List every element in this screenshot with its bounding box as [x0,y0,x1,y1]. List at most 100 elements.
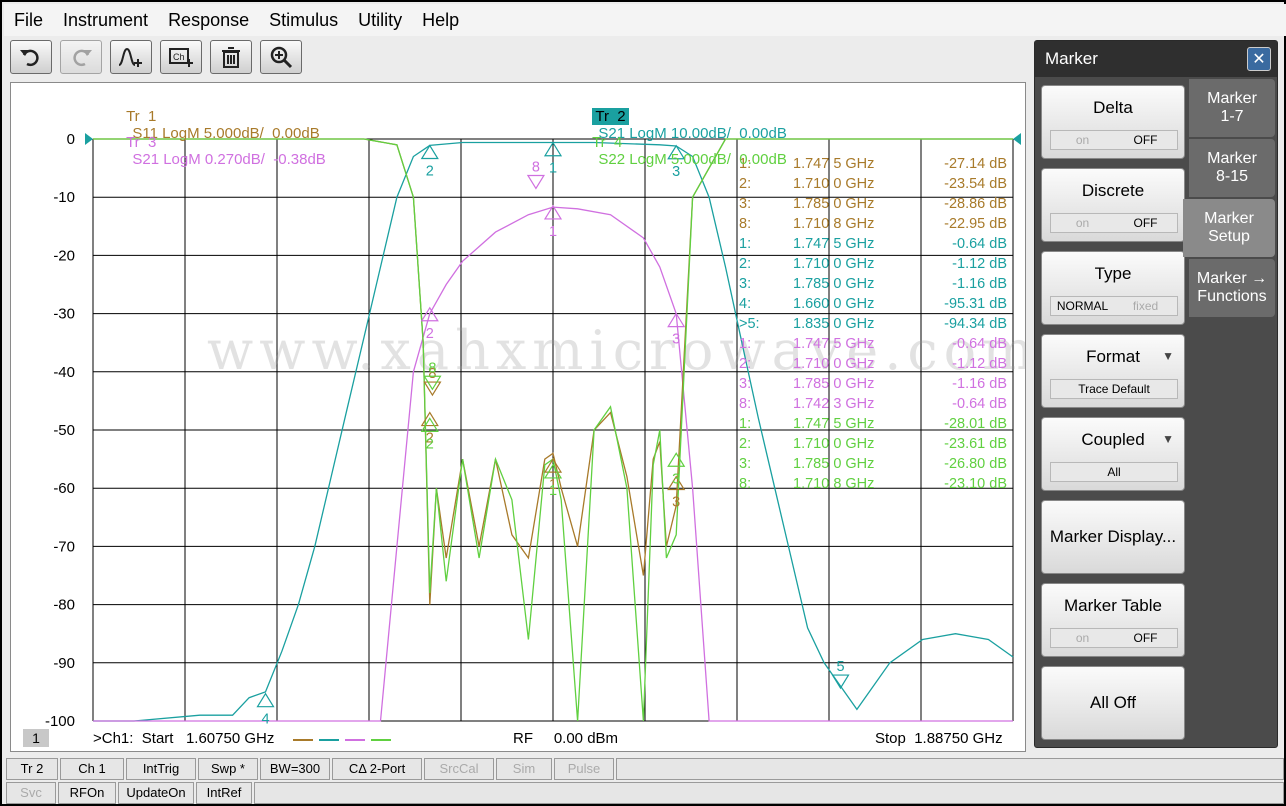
trace-label-tr3[interactable]: Tr 3 S21 LogM 0.270dB/ -0.38dB [93,117,326,185]
discrete-button[interactable]: Discrete on OFF [1041,168,1185,242]
marker-row-label: 3: [739,456,751,472]
tab-marker-setup[interactable]: Marker Setup [1183,199,1275,257]
marker-row-frequency: 1.710 0 GHz [793,356,874,372]
rf-power[interactable]: RF 0.00 dBm [513,730,618,747]
zoom-button[interactable] [260,40,302,74]
start-frequency[interactable]: >Ch1: Start 1.60750 GHz [93,730,274,747]
format-value: Trace Default [1050,379,1178,399]
marker-table-label: Marker Table [1064,596,1162,615]
marker-triangle[interactable] [667,452,686,467]
close-button[interactable]: ✕ [1247,47,1271,71]
trace-header: Tr 1 S11 LogM 5.000dB/ 0.00dB Tr 2 S21 L… [11,83,1025,168]
menu-response[interactable]: Response [158,10,259,31]
channel-number[interactable]: 1 [23,729,49,747]
y-tick-label: -80 [53,597,75,614]
menu-help[interactable]: Help [412,10,469,31]
tr3-tag: Tr 3 [126,134,157,151]
coupled-button[interactable]: Coupled ▼ All [1041,417,1185,491]
marker-number: 1 [549,161,557,177]
marker-number: 3 [672,471,680,487]
status-intref[interactable]: IntRef [196,782,252,804]
marker-number: 1 [549,483,557,499]
menu-stimulus[interactable]: Stimulus [259,10,348,31]
channel-icon: Ch [169,48,193,67]
status-sim[interactable]: Sim [496,758,552,780]
tab-marker-8-15[interactable]: Marker 8-15 [1189,139,1275,197]
status-srccal[interactable]: SrcCal [424,758,494,780]
chevron-down-icon: ▼ [1162,349,1174,363]
status-updateon[interactable]: UpdateOn [118,782,194,804]
menu-instrument[interactable]: Instrument [53,10,158,31]
marker-row-label: 4: [739,296,751,312]
toolbar: Ch [10,40,302,76]
marker-row-value: -1.16 dB [952,376,1007,392]
all-off-button[interactable]: All Off [1041,666,1185,740]
redo-button[interactable] [60,40,102,74]
delta-toggle[interactable]: on OFF [1050,130,1178,150]
marker-row-frequency: 1.785 0 GHz [793,376,874,392]
tab-marker-1-7[interactable]: Marker 1-7 [1189,79,1275,137]
trace-swatch-tr3 [345,739,365,741]
marker-row-value: -94.34 dB [944,316,1007,332]
format-button[interactable]: Format ▼ Trace Default [1041,334,1185,408]
marker-row-label: 3: [739,376,751,392]
marker-row-value: -0.64 dB [952,336,1007,352]
status-svc[interactable]: Svc [6,782,56,804]
discrete-toggle[interactable]: on OFF [1050,213,1178,233]
marker-row-label: 2: [739,256,751,272]
marker-triangle[interactable] [420,144,439,160]
type-toggle[interactable]: NORMAL fixed [1050,296,1178,316]
y-axis-labels: 0-10-20-30-40-50-60-70-80-90-100 [45,131,75,730]
status-sweep[interactable]: Swp * [198,758,258,780]
measurement-window[interactable]: 0 -10 -20 -30 -40 -50 -60 -70 -80 -90 -100 www.xah… [10,82,1026,752]
marker-row-label: >5: [739,316,760,332]
tab-line1: Marker [1207,150,1257,167]
marker-table-button[interactable]: Marker Table on OFF [1041,583,1185,657]
close-icon: ✕ [1252,49,1266,68]
menu-file[interactable]: File [4,10,53,31]
marker-triangle[interactable] [256,692,275,708]
undo-button[interactable] [10,40,52,74]
marker-row-value: -28.86 dB [944,196,1007,212]
marker-row-label: 8: [739,216,751,232]
status-empty [254,782,1284,804]
toggle-on: on [1075,216,1090,230]
trace-swatch-tr4 [371,739,391,741]
y-tick-label: -60 [53,480,75,497]
marker-row-label: 2: [739,436,751,452]
trace-label-tr4[interactable]: Tr 4 S22 LogM 5.000dB/ 0.00dB [559,117,787,185]
status-trace[interactable]: Tr 2 [6,758,58,780]
channel-footer: 1 >Ch1: Start 1.60750 GHz RF 0.00 dBm St… [11,729,1025,751]
marker-row-value: -28.01 dB [944,416,1007,432]
marker-table-toggle[interactable]: on OFF [1050,628,1178,648]
menu-utility[interactable]: Utility [348,10,412,31]
svg-text:Ch: Ch [173,52,185,62]
channel-button[interactable]: Ch [160,40,202,74]
add-trace-button[interactable] [110,40,152,74]
status-pulse[interactable]: Pulse [554,758,614,780]
discrete-label: Discrete [1081,181,1145,200]
tr3-desc: S21 LogM 0.270dB/ -0.38dB [132,151,326,168]
marker-row-frequency: 1.747 5 GHz [793,236,874,252]
type-button[interactable]: Type NORMAL fixed [1041,251,1185,325]
status-calibration[interactable]: CΔ 2-Port [332,758,422,780]
y-tick-label: -20 [53,247,75,264]
marker-display-button[interactable]: Marker Display... [1041,500,1185,574]
marker-row-value: -23.54 dB [944,176,1007,192]
tab-marker-functions[interactable]: Marker → Functions [1189,259,1275,317]
delta-label: Delta [1093,98,1133,117]
delete-button[interactable] [210,40,252,74]
status-channel[interactable]: Ch 1 [60,758,124,780]
status-bandwidth[interactable]: BW=300 [260,758,330,780]
status-trigger[interactable]: IntTrig [126,758,196,780]
marker-row-frequency: 1.710 0 GHz [793,436,874,452]
marker-triangle[interactable] [526,174,545,190]
redo-icon [73,49,92,67]
marker-row-frequency: 1.747 5 GHz [793,416,874,432]
delta-button[interactable]: Delta on OFF [1041,85,1185,159]
marker-triangle[interactable] [420,417,439,432]
marker-row-value: -1.16 dB [952,276,1007,292]
status-rfon[interactable]: RFOn [58,782,116,804]
stop-frequency[interactable]: Stop 1.88750 GHz [875,730,1003,747]
marker-row-label: 1: [739,336,751,352]
